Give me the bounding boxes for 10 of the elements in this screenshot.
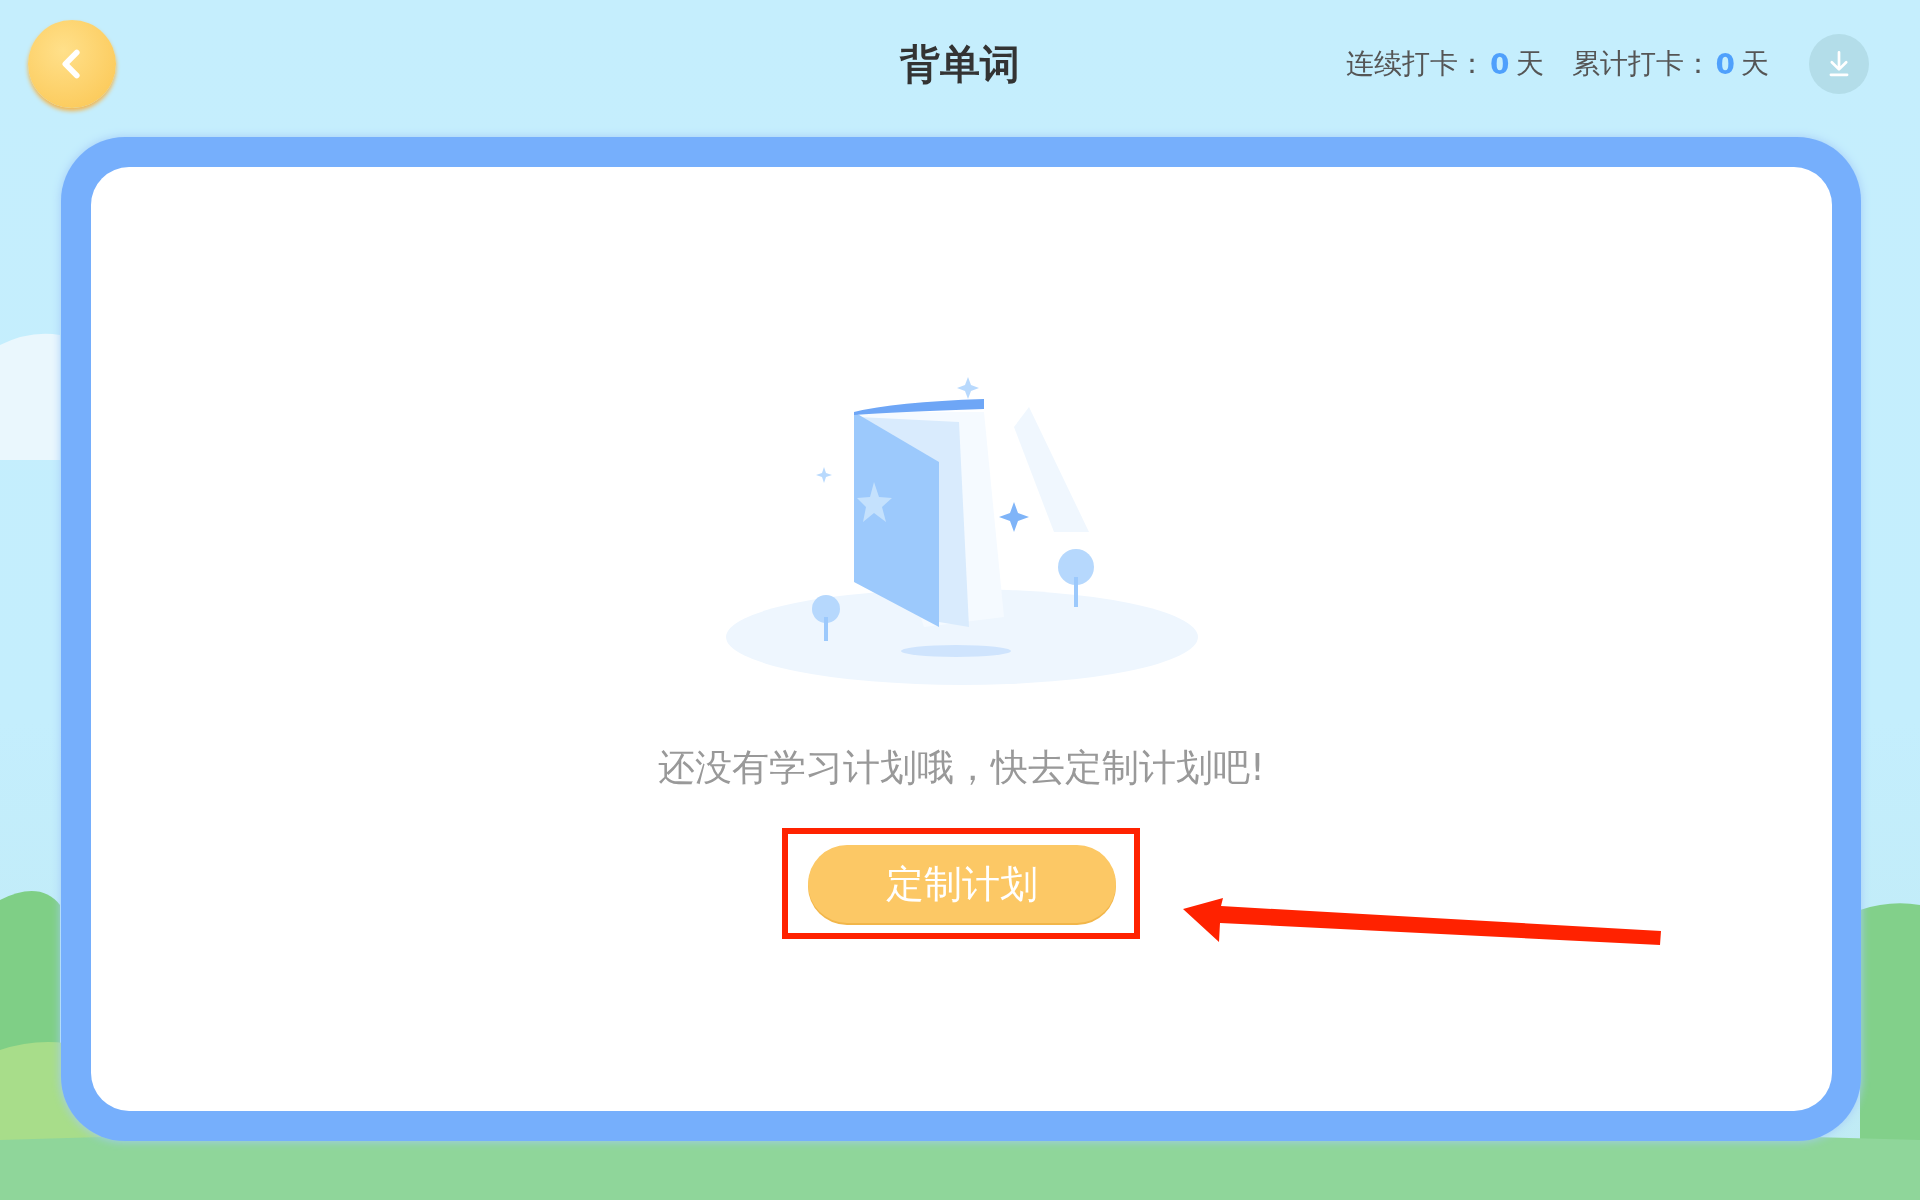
empty-plan-message: 还没有学习计划哦，快去定制计划吧! — [658, 745, 1265, 791]
stat-value: 0 — [1715, 47, 1735, 81]
stat-value: 0 — [1490, 47, 1510, 81]
back-button[interactable] — [28, 20, 116, 108]
stat-unit: 天 — [1741, 46, 1769, 82]
stat-label: 连续打卡： — [1346, 46, 1487, 82]
customize-plan-button[interactable]: 定制计划 — [807, 845, 1116, 923]
stat-label: 累计打卡： — [1571, 46, 1712, 82]
stat-unit: 天 — [1515, 46, 1544, 82]
page-title: 背单词 — [900, 39, 1020, 89]
